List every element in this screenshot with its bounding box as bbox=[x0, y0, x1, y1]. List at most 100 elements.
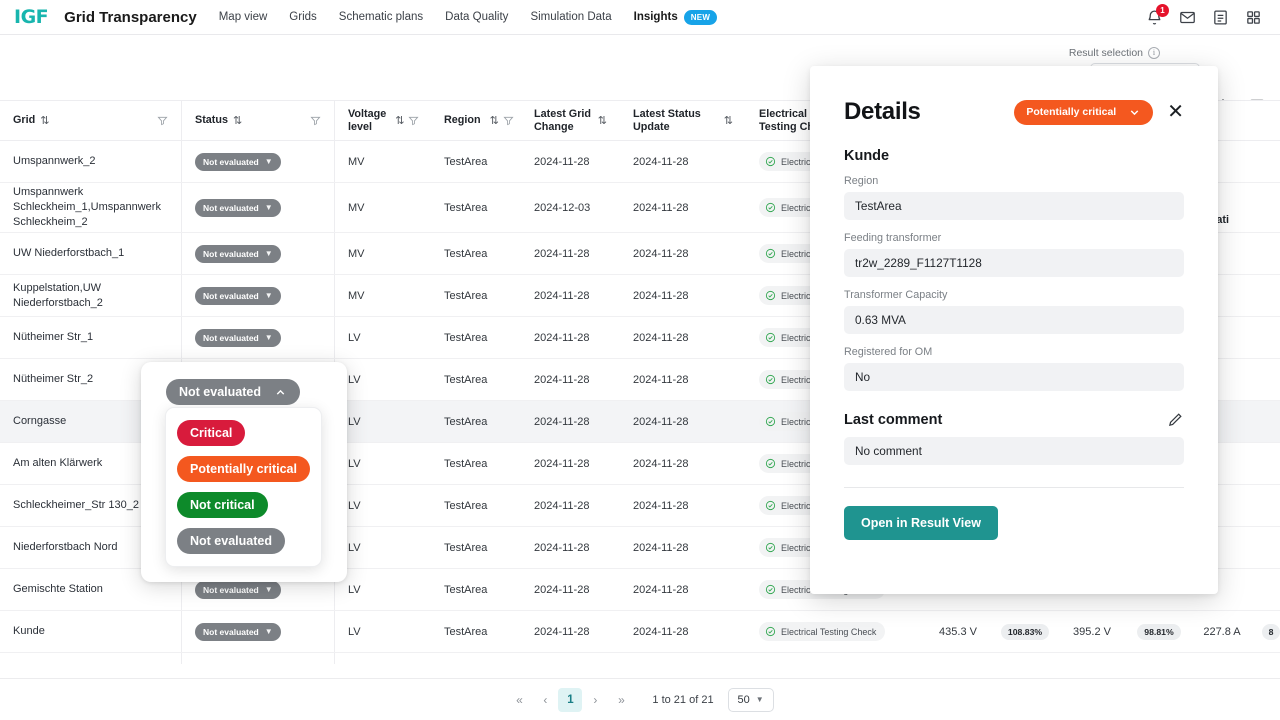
cell-latest-status-update: 2024-11-28 bbox=[620, 485, 746, 526]
mail-icon[interactable] bbox=[1179, 9, 1196, 26]
field-value[interactable]: 0.63 MVA bbox=[844, 306, 1184, 334]
last-comment-value[interactable]: No comment bbox=[844, 437, 1184, 465]
status-pill[interactable]: Not evaluated▼ bbox=[195, 329, 281, 347]
column-header-latest-grid-change[interactable]: Latest Grid Change ⇅ bbox=[521, 100, 620, 141]
status-dropdown-trigger[interactable]: Not evaluated bbox=[166, 379, 300, 405]
status-option-not-evaluated[interactable]: Not evaluated bbox=[177, 528, 285, 554]
sort-icon[interactable]: ⇅ bbox=[598, 114, 607, 127]
cell-latest-grid-change: 2024-11-28 bbox=[521, 569, 620, 610]
cell-latest-grid-change: 2024-11-28 bbox=[521, 233, 620, 274]
check-circle-icon bbox=[765, 458, 776, 469]
status-option-critical[interactable]: Critical bbox=[177, 420, 245, 446]
column-header-grid[interactable]: Grid ⇅ bbox=[0, 100, 182, 141]
cell-latest-grid-change: 2024-11-28 bbox=[521, 317, 620, 358]
cell-status: Not evaluated▼ bbox=[182, 183, 335, 232]
sort-icon[interactable]: ⇅ bbox=[490, 114, 499, 127]
status-pill[interactable]: Not evaluated▼ bbox=[195, 581, 281, 599]
status-dropdown-menu: Critical Potentially critical Not critic… bbox=[165, 407, 322, 567]
info-icon[interactable]: i bbox=[1148, 47, 1160, 59]
column-header-status[interactable]: Status ⇅ bbox=[182, 100, 335, 141]
check-circle-icon bbox=[765, 626, 776, 637]
igf-logo[interactable]: IGF bbox=[14, 6, 48, 28]
document-icon[interactable] bbox=[1212, 9, 1229, 26]
close-icon[interactable]: ✕ bbox=[1167, 102, 1184, 122]
sort-icon[interactable]: ⇅ bbox=[724, 114, 733, 127]
cell-latest-grid-change: 2024-11-28 bbox=[521, 527, 620, 568]
page-size-select[interactable]: 50 ▼ bbox=[728, 688, 774, 712]
sort-icon[interactable]: ⇅ bbox=[233, 114, 242, 127]
nav-item-map-view[interactable]: Map view bbox=[219, 11, 268, 23]
sort-icon[interactable]: ⇅ bbox=[40, 114, 49, 127]
details-status-badge[interactable]: Potentially critical bbox=[1014, 100, 1153, 125]
nav-item-schematic-plans[interactable]: Schematic plans bbox=[339, 11, 423, 23]
chevron-down-icon: ▼ bbox=[265, 157, 273, 166]
status-pill[interactable]: Not evaluated▼ bbox=[195, 287, 281, 305]
page-number-1[interactable]: 1 bbox=[558, 688, 582, 712]
cell-grid: UW Niederforstbach_1 bbox=[0, 233, 182, 274]
cell-latest-status-update: 2024-11-28 bbox=[620, 233, 746, 274]
field-label: Transformer Capacity bbox=[844, 289, 1184, 301]
nav-item-grids[interactable]: Grids bbox=[289, 11, 316, 23]
cell-region: TestArea bbox=[431, 443, 521, 484]
cell-grid: Kunde bbox=[0, 611, 182, 652]
status-pill[interactable]: Not evaluated▼ bbox=[195, 245, 281, 263]
status-option-potentially-critical[interactable]: Potentially critical bbox=[177, 456, 310, 482]
nav-right-icons: 1 bbox=[1146, 9, 1266, 26]
column-header-voltage-level[interactable]: Voltage level ⇅ bbox=[335, 100, 431, 141]
cell-voltage-level: LV bbox=[335, 317, 431, 358]
cell-latest-status-update: 2024-11-28 bbox=[620, 275, 746, 316]
column-header-region[interactable]: Region ⇅ bbox=[431, 100, 521, 141]
cell-latest-status-update: 2024-11-28 bbox=[620, 183, 746, 232]
filter-icon[interactable] bbox=[408, 115, 419, 126]
pagination-range-text: 1 to 21 of 21 bbox=[652, 694, 713, 706]
details-title: Details bbox=[844, 98, 921, 126]
nav-item-insights[interactable]: Insights NEW bbox=[634, 10, 718, 25]
field-value[interactable]: TestArea bbox=[844, 192, 1184, 220]
cell-voltage-level: LV bbox=[335, 485, 431, 526]
cell-region: TestArea bbox=[431, 233, 521, 274]
cell-latest-status-update: 2024-11-28 bbox=[620, 611, 746, 652]
field-value[interactable]: tr2w_2289_F1127T1128 bbox=[844, 249, 1184, 277]
filter-icon[interactable] bbox=[310, 115, 321, 126]
field-value[interactable]: No bbox=[844, 363, 1184, 391]
cell-latest-grid-change: 2024-11-28 bbox=[521, 141, 620, 182]
cell-region: TestArea bbox=[431, 527, 521, 568]
cell-utilization bbox=[1254, 141, 1280, 182]
cell-electrical-testing-check: Electrical Testing Check bbox=[746, 611, 922, 652]
pencil-icon[interactable] bbox=[1167, 411, 1184, 428]
pagination-bar: « ‹ 1 › » 1 to 21 of 21 50 ▼ bbox=[0, 678, 1280, 720]
status-pill[interactable]: Not evaluated▼ bbox=[195, 199, 281, 217]
sort-icon[interactable]: ⇅ bbox=[395, 114, 404, 127]
cell-grid: Nütheimer Str_1 bbox=[0, 317, 182, 358]
cell-voltage-level: LV bbox=[335, 443, 431, 484]
first-page-button[interactable]: « bbox=[506, 687, 532, 713]
last-page-button[interactable]: » bbox=[608, 687, 634, 713]
check-circle-icon bbox=[765, 332, 776, 343]
filter-icon[interactable] bbox=[157, 115, 168, 126]
cell-utilization bbox=[1254, 275, 1280, 316]
apps-grid-icon[interactable] bbox=[1245, 9, 1262, 26]
open-in-result-view-button[interactable]: Open in Result View bbox=[844, 506, 998, 540]
status-pill[interactable]: Not evaluated▼ bbox=[195, 623, 281, 641]
cell-utilization bbox=[1254, 527, 1280, 568]
chevron-down-icon: ▼ bbox=[265, 627, 273, 636]
table-row[interactable]: KundeNot evaluated▼LVTestArea2024-11-282… bbox=[0, 611, 1280, 653]
next-page-button[interactable]: › bbox=[582, 687, 608, 713]
cell-region: TestArea bbox=[431, 485, 521, 526]
status-pill[interactable]: Not evaluated▼ bbox=[195, 153, 281, 171]
bell-icon[interactable]: 1 bbox=[1146, 9, 1163, 26]
cell-utilization bbox=[1254, 359, 1280, 400]
table-bottom-fade bbox=[0, 664, 1280, 678]
cell-latest-status-update: 2024-11-28 bbox=[620, 317, 746, 358]
status-option-not-critical[interactable]: Not critical bbox=[177, 492, 268, 518]
last-comment-title: Last comment bbox=[844, 412, 942, 428]
prev-page-button[interactable]: ‹ bbox=[532, 687, 558, 713]
nav-item-data-quality[interactable]: Data Quality bbox=[445, 11, 508, 23]
nav-item-simulation-data[interactable]: Simulation Data bbox=[530, 11, 611, 23]
notification-count: 1 bbox=[1156, 4, 1169, 17]
last-comment-header: Last comment bbox=[844, 411, 1184, 428]
filter-icon[interactable] bbox=[503, 115, 514, 126]
column-header-latest-status-update[interactable]: Latest Status Update ⇅ bbox=[620, 100, 746, 141]
filter-icon-wrap bbox=[310, 115, 321, 126]
column-label: Voltage level bbox=[348, 108, 386, 133]
